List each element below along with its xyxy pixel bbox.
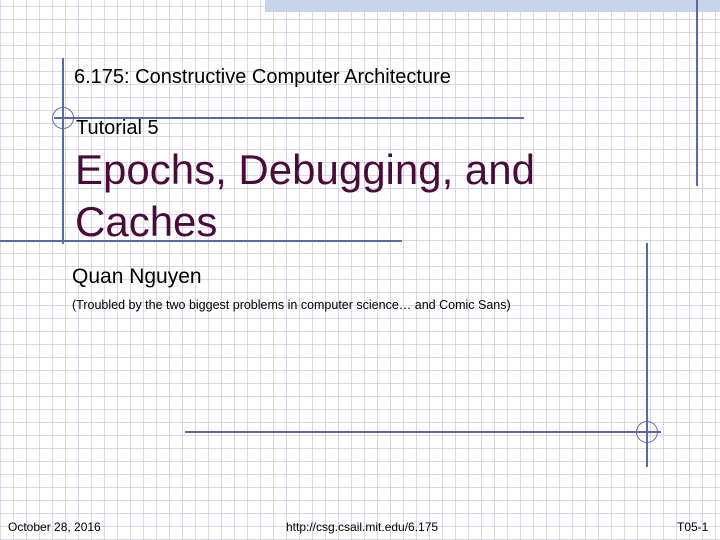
footer-date: October 28, 2016 bbox=[8, 520, 101, 534]
author-name: Quan Nguyen bbox=[72, 265, 202, 288]
bottom-horizontal-line bbox=[185, 431, 661, 433]
top-right-vertical-line bbox=[696, 0, 698, 186]
author-note: (Troubled by the two biggest problems in… bbox=[72, 298, 511, 312]
footer-slide-number: T05-1 bbox=[677, 520, 709, 534]
tutorial-label: Tutorial 5 bbox=[76, 117, 159, 139]
course-title: 6.175: Constructive Computer Architectur… bbox=[74, 66, 451, 88]
bottom-circle-ornament bbox=[636, 421, 658, 443]
slide-title: Epochs, Debugging, and Caches bbox=[75, 146, 536, 245]
left-vertical-line bbox=[62, 58, 64, 244]
header-band bbox=[265, 0, 720, 12]
footer-url: http://csg.csail.mit.edu/6.175 bbox=[286, 520, 439, 534]
subtitle-circle-ornament bbox=[52, 107, 74, 129]
